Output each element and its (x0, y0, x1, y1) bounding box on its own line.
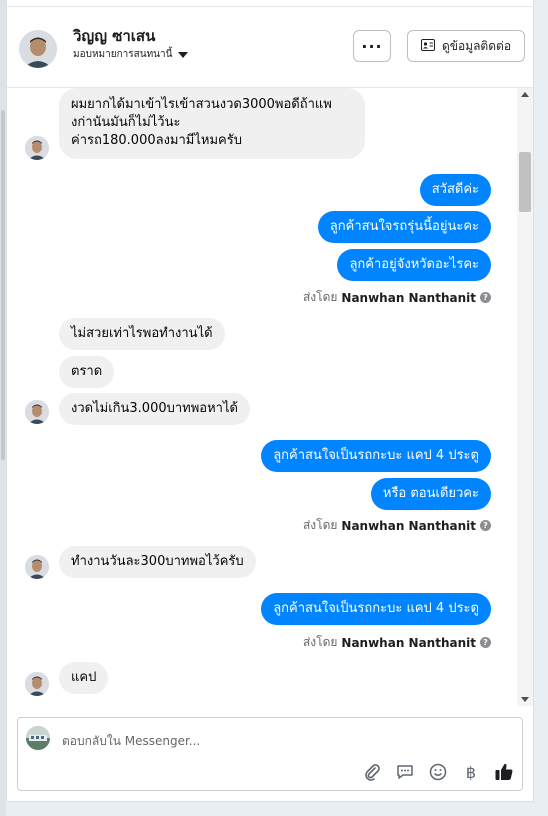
sent-by-label: ส่งโดย Nanwhan Nanthanit ? (303, 288, 491, 307)
message-bubble-outgoing: หรือ ตอนเดียวคะ (370, 478, 491, 510)
message-bubble-outgoing: สวัสดีค่ะ (419, 174, 491, 206)
thread-scrollbar[interactable] (517, 88, 533, 706)
message-bubble-outgoing: ลูกค้าสนใจเป็นรถกะบะ แคป 4 ประตู (261, 440, 491, 472)
message-bubble-incoming: แคป (59, 662, 109, 694)
chevron-down-icon (178, 51, 189, 58)
sent-by-label: ส่งโดย Nanwhan Nanthanit ? (303, 516, 491, 535)
page-avatar (26, 726, 50, 750)
sender-avatar (25, 400, 49, 424)
thread-scrollbar-thumb[interactable] (519, 152, 531, 212)
contact-avatar[interactable] (19, 30, 57, 68)
saved-reply-icon[interactable] (395, 762, 415, 782)
sent-by-label: ส่งโดย Nanwhan Nanthanit ? (303, 633, 491, 652)
message-thread[interactable]: ผมยากได้มาเข้าไรเข้าสวนงวด3000พอดีถ้าแพ … (7, 88, 517, 706)
assign-label: มอบหมายการสนทนานี้ (73, 49, 173, 60)
conversation-panel: วิญญ ซาเสน มอบหมายการสนทนานี้ ··· ดูข้อม… (6, 0, 534, 802)
help-icon[interactable]: ? (480, 520, 491, 531)
assign-conversation-dropdown[interactable]: มอบหมายการสนทนานี้ (73, 47, 189, 62)
scroll-up-icon[interactable] (521, 92, 529, 97)
message-bubble-incoming: ผมยากได้มาเข้าไรเข้าสวนงวด3000พอดีถ้าแพ … (59, 88, 365, 159)
baht-icon[interactable]: ฿ (461, 762, 481, 782)
help-icon[interactable]: ? (480, 637, 491, 648)
reply-composer[interactable]: ตอบกลับใน Messenger... ฿ (17, 717, 523, 791)
sent-by-name: Nanwhan Nanthanit (341, 518, 476, 533)
more-options-button[interactable]: ··· (353, 30, 391, 62)
view-contact-label: ดูข้อมูลติดต่อ (441, 38, 512, 53)
message-bubble-outgoing: ลูกค้าอยู่จังหวัดอะไรคะ (337, 249, 491, 281)
reply-input[interactable]: ตอบกลับใน Messenger... (62, 732, 200, 751)
message-bubble-outgoing: ลูกค้าสนใจเป็นรถกะบะ แคป 4 ประตู (261, 593, 491, 625)
message-bubble-incoming: งวดไม่เกิน3.000บาทพอหาได้ (59, 393, 250, 425)
attach-icon[interactable] (362, 762, 382, 782)
sent-by-name: Nanwhan Nanthanit (341, 635, 476, 650)
page-scrollbar-thumb[interactable] (1, 110, 5, 460)
sender-avatar (25, 136, 49, 160)
sender-avatar (25, 555, 49, 579)
divider (7, 6, 533, 7)
message-bubble-outgoing: ลูกค้าสนใจรถรุ่นนี้อยู่นะคะ (317, 211, 491, 243)
contact-card-icon (420, 38, 435, 54)
composer-toolbar: ฿ (362, 762, 514, 782)
emoji-icon[interactable] (428, 762, 448, 782)
scroll-down-icon[interactable] (521, 697, 529, 702)
contact-name: วิญญ ซาเสน (73, 27, 156, 45)
message-bubble-incoming: ตราด (59, 356, 115, 388)
sent-by-name: Nanwhan Nanthanit (341, 290, 476, 305)
conversation-header: วิญญ ซาเสน มอบหมายการสนทนานี้ ··· ดูข้อม… (7, 0, 533, 88)
sent-by-prefix: ส่งโดย (302, 518, 338, 532)
message-bubble-incoming: ไม่สวยเท่าไรพอทำงานได้ (59, 318, 225, 350)
sent-by-prefix: ส่งโดย (302, 635, 338, 649)
sent-by-prefix: ส่งโดย (302, 290, 338, 304)
sender-avatar (25, 672, 49, 696)
view-contact-button[interactable]: ดูข้อมูลติดต่อ (407, 30, 525, 62)
help-icon[interactable]: ? (480, 292, 491, 303)
message-bubble-incoming: ทำงานวันละ300บาทพอไว้ครับ (59, 546, 256, 578)
thumbs-up-icon[interactable] (494, 762, 514, 782)
